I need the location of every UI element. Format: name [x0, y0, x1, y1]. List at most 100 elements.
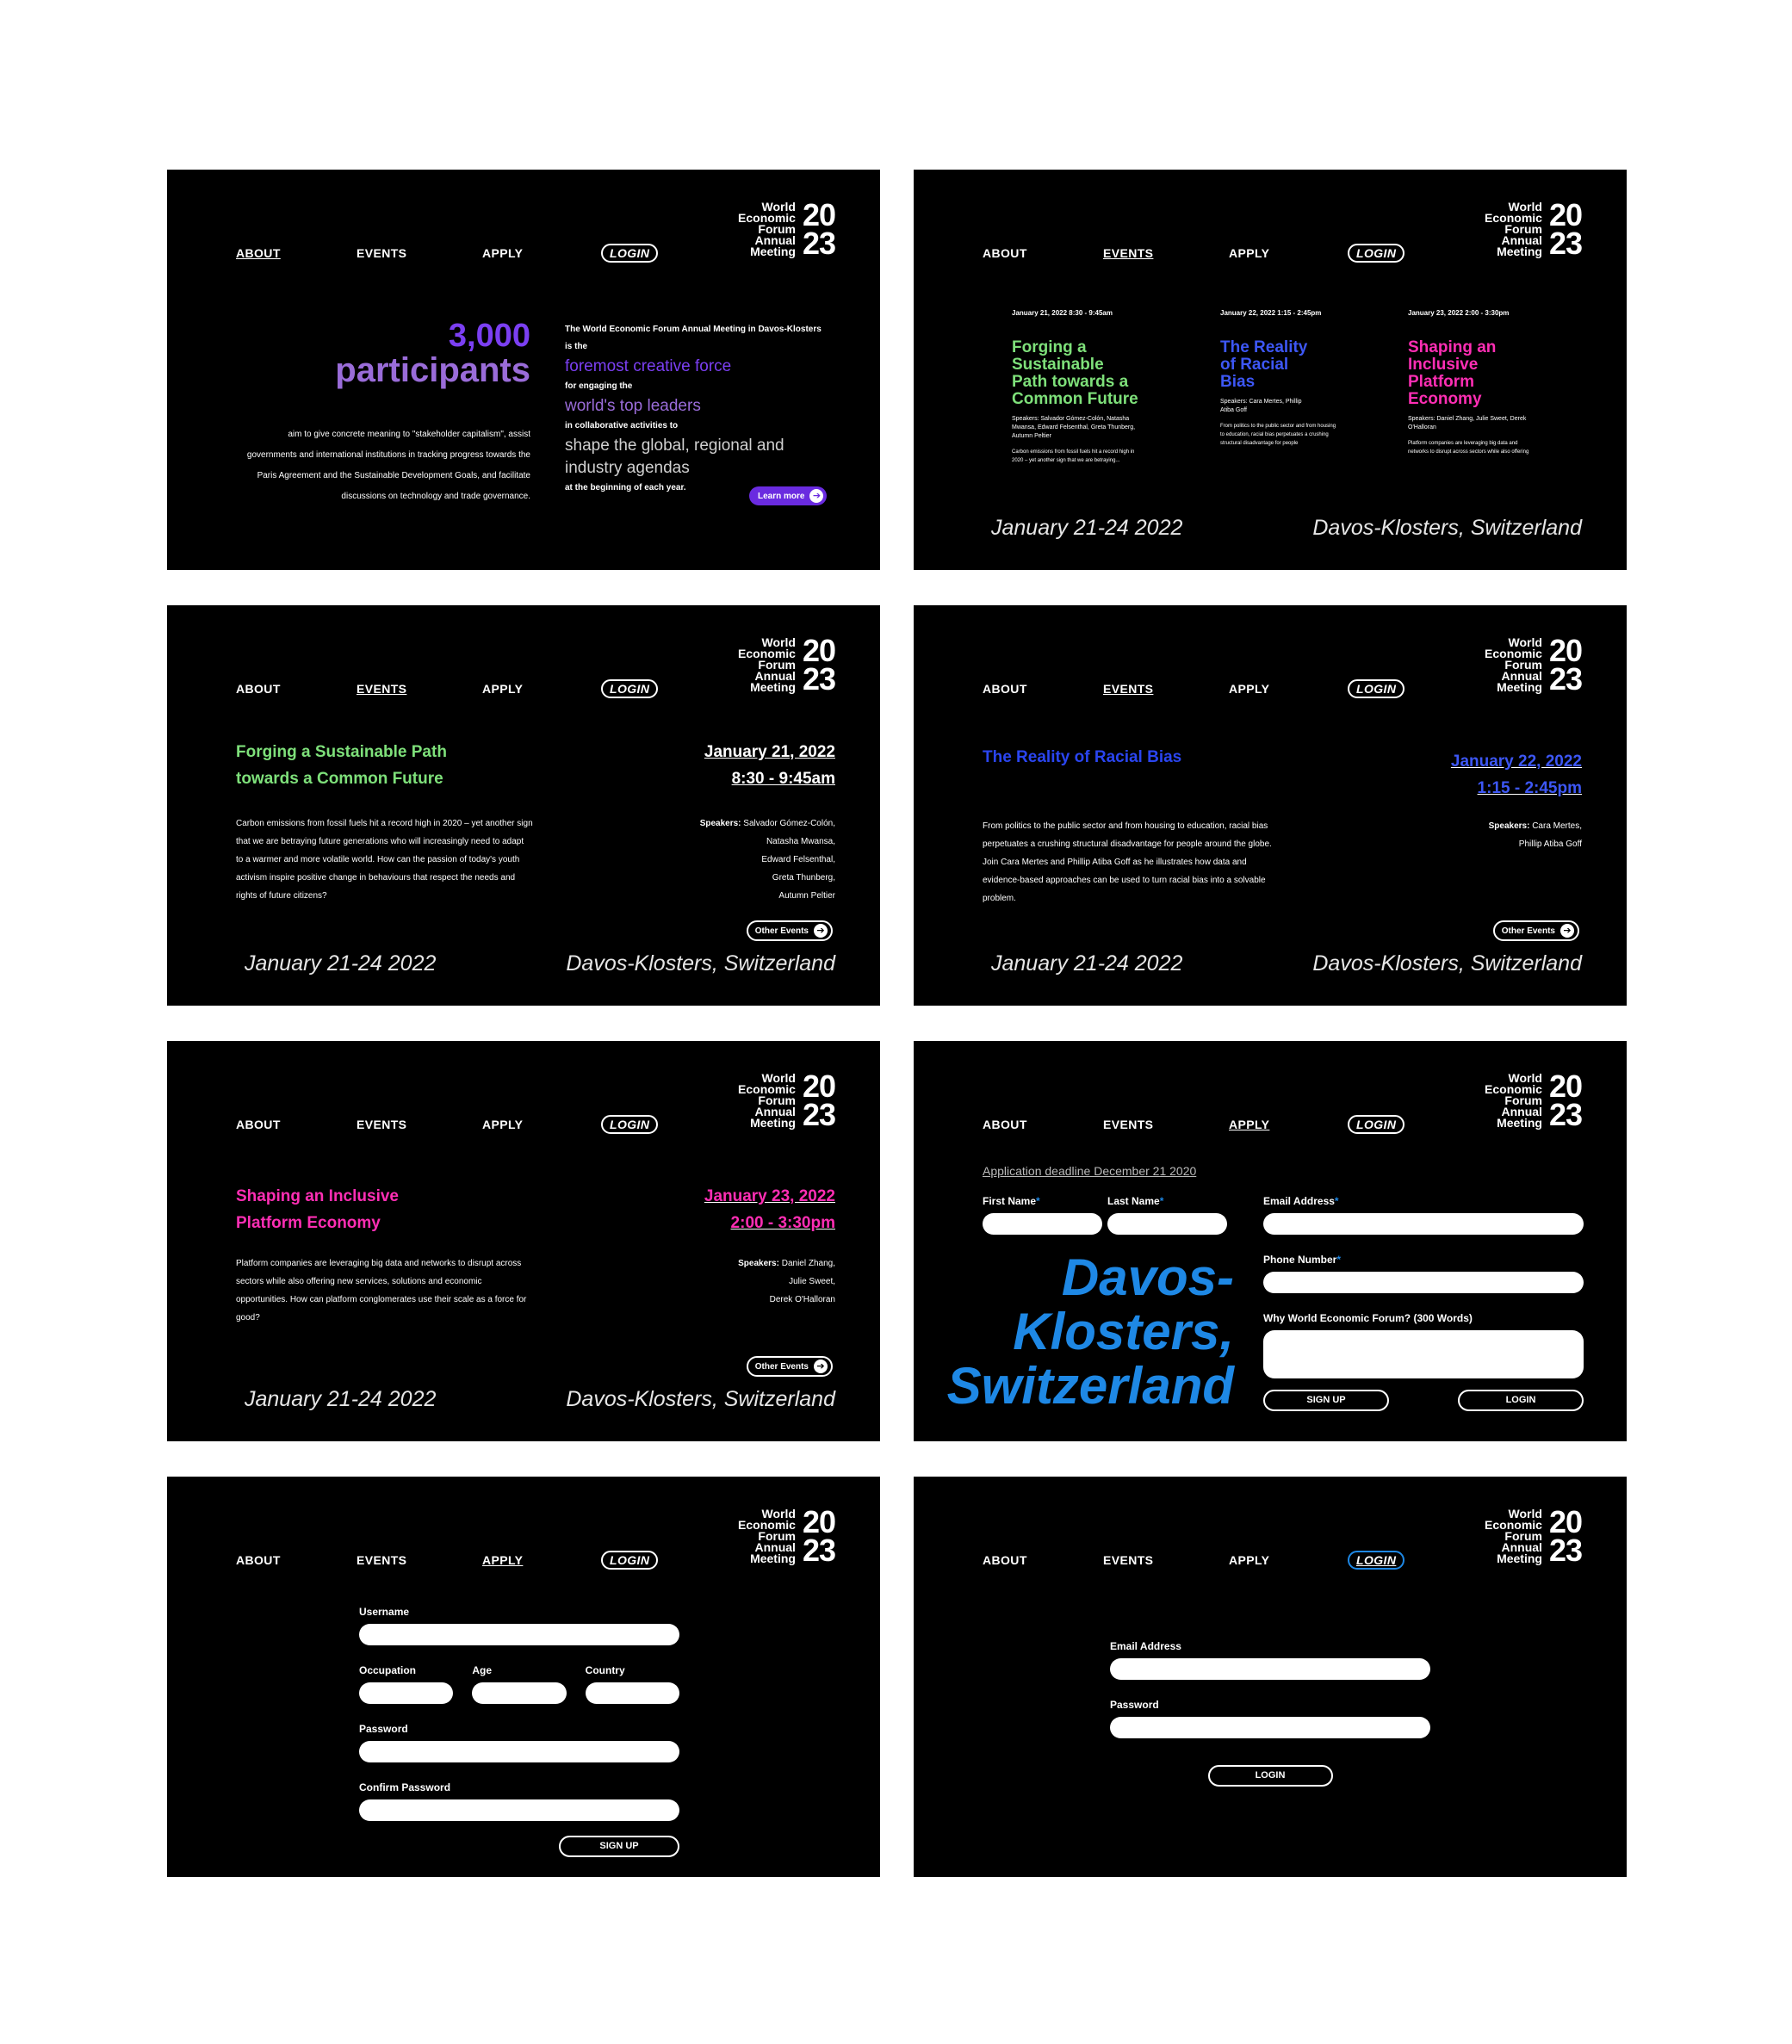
about-panel: World Economic Forum Annual Meeting 20 23 ABO…	[167, 170, 880, 570]
age-field[interactable]	[472, 1682, 567, 1704]
arrow-right-icon: ➔	[814, 1360, 828, 1373]
signup-form: Username Occupation Age Country Password…	[359, 1606, 679, 1857]
event-speakers: Speakers: Cara Mertes, Phillip Atiba Gof…	[1488, 821, 1582, 849]
nav-about[interactable]: ABOUT	[236, 246, 281, 260]
nav-about[interactable]: ABOUT	[236, 682, 281, 696]
logo-year: 20 23	[802, 1504, 836, 1568]
nav-events[interactable]: EVENTS	[357, 1118, 406, 1131]
email-field[interactable]	[1263, 1213, 1584, 1235]
nav-apply[interactable]: APPLY	[1229, 246, 1269, 260]
nav-apply[interactable]: APPLY	[482, 1553, 523, 1567]
login-submit-button[interactable]: LOGIN	[1207, 1765, 1333, 1787]
nav-about[interactable]: ABOUT	[983, 682, 1027, 696]
logo-year: 20 23	[802, 633, 836, 697]
event-dates: January 21-24 2022	[245, 1387, 437, 1411]
event-description: Platform companies are leveraging big da…	[236, 1259, 527, 1322]
arrow-right-icon: ➔	[814, 924, 828, 938]
nav-login[interactable]: LOGIN	[601, 1551, 659, 1570]
wef-logo[interactable]: World Economic Forum Annual Meeting 20 23	[738, 1068, 836, 1132]
arrow-right-icon: ➔	[809, 489, 824, 503]
logo-words: World Economic Forum Annual Meeting	[738, 199, 796, 258]
signup-button[interactable]: SIGN UP	[1263, 1390, 1389, 1411]
event-card-2[interactable]: January 22, 2022 1:15 - 2:45pm The Reali…	[1220, 309, 1341, 448]
wef-logo[interactable]: World Economic Forum Annual Meeting 20 23	[738, 633, 836, 697]
nav-apply[interactable]: APPLY	[482, 246, 523, 260]
wef-logo[interactable]: World Economic Forum Annual Meeting 20 23	[1485, 1068, 1583, 1132]
nav-events[interactable]: EVENTS	[1103, 682, 1153, 696]
wef-logo[interactable]: World Economic Forum Annual Meeting 20 23	[1485, 1506, 1583, 1566]
password-field[interactable]	[359, 1741, 679, 1762]
apply-panel: World Economic Forum Annual Meeting 20 23 ABO…	[914, 1041, 1627, 1441]
nav-login[interactable]: LOGIN	[1348, 679, 1405, 698]
occupation-field[interactable]	[359, 1682, 454, 1704]
why-textarea[interactable]	[1263, 1330, 1584, 1378]
username-field[interactable]	[359, 1624, 679, 1645]
name-fields: First Name* Last Name*	[983, 1195, 1227, 1235]
logo-year: 20 23	[1548, 633, 1583, 697]
nav-login[interactable]: LOGIN	[1348, 244, 1405, 263]
nav-events[interactable]: EVENTS	[357, 682, 406, 696]
event-datetime: January 23, 2022 2:00 - 3:30pm	[704, 1187, 835, 1232]
nav-apply[interactable]: APPLY	[1229, 682, 1269, 696]
about-mission: The World Economic Forum Annual Meeting …	[565, 325, 822, 492]
wef-logo[interactable]: World Economic Forum Annual Meeting 20 23	[738, 1504, 836, 1568]
logo-year: 20 23	[802, 1068, 836, 1132]
event-location: Davos-Klosters, Switzerland	[566, 1387, 835, 1411]
logo-words: World Economic Forum Annual Meeting	[1485, 635, 1542, 694]
occupation-label: Occupation	[359, 1664, 417, 1676]
logo-words: World Economic Forum Annual Meeting	[1485, 1506, 1542, 1565]
password-label: Password	[359, 1723, 408, 1735]
first-name-field[interactable]	[983, 1213, 1102, 1235]
nav-login[interactable]: LOGIN	[1348, 1115, 1405, 1134]
nav-apply[interactable]: APPLY	[1229, 1118, 1269, 1131]
password-field[interactable]	[1110, 1717, 1430, 1738]
event-location: Davos-Klosters, Switzerland	[566, 951, 835, 976]
event-location: Davos-Klosters, Switzerland	[1312, 951, 1582, 976]
nav-login[interactable]: LOGIN	[601, 1115, 659, 1134]
confirm-password-field[interactable]	[359, 1799, 679, 1821]
arrow-right-icon: ➔	[1560, 924, 1574, 938]
nav-apply[interactable]: APPLY	[1229, 1553, 1269, 1567]
phone-field[interactable]	[1263, 1272, 1584, 1293]
event-card-1[interactable]: January 21, 2022 8:30 - 9:45am Forging a…	[1012, 309, 1141, 465]
logo-year: 20 23	[1548, 1068, 1583, 1132]
learn-more-button[interactable]: Learn more ➔	[749, 486, 828, 505]
nav-about[interactable]: ABOUT	[983, 1118, 1027, 1131]
last-name-field[interactable]	[1107, 1213, 1227, 1235]
nav-apply[interactable]: APPLY	[482, 1118, 523, 1131]
email-field[interactable]	[1110, 1658, 1430, 1680]
event-dates: January 21-24 2022	[991, 516, 1183, 540]
country-label: Country	[585, 1664, 625, 1676]
wef-logo[interactable]: World Economic Forum Annual Meeting 20 23	[738, 199, 836, 259]
nav-login[interactable]: LOGIN	[1348, 1551, 1405, 1570]
nav-events[interactable]: EVENTS	[357, 246, 406, 260]
other-events-button[interactable]: Other Events ➔	[1492, 920, 1579, 941]
nav-about[interactable]: ABOUT	[983, 246, 1027, 260]
signup-submit-button[interactable]: SIGN UP	[559, 1836, 679, 1857]
event-datetime: January 21, 2022 8:30 - 9:45am	[704, 743, 835, 788]
login-button[interactable]: LOGIN	[1458, 1390, 1584, 1411]
nav-events[interactable]: EVENTS	[1103, 246, 1153, 260]
nav-apply[interactable]: APPLY	[482, 682, 523, 696]
nav-about[interactable]: ABOUT	[236, 1553, 281, 1567]
nav-events[interactable]: EVENTS	[1103, 1553, 1153, 1567]
event-card-3[interactable]: January 23, 2022 2:00 - 3:30pm Shaping a…	[1408, 309, 1537, 456]
country-field[interactable]	[585, 1682, 679, 1704]
nav-about[interactable]: ABOUT	[983, 1553, 1027, 1567]
other-events-button[interactable]: Other Events ➔	[746, 1356, 833, 1377]
nav-events[interactable]: EVENTS	[1103, 1118, 1153, 1131]
event-dates: January 21-24 2022	[245, 951, 437, 976]
phone-label: Phone Number	[1263, 1254, 1337, 1266]
wef-logo[interactable]: World Economic Forum Annual Meeting 20 23	[1485, 200, 1583, 259]
other-events-button[interactable]: Other Events ➔	[746, 920, 833, 941]
password-label: Password	[1110, 1699, 1159, 1711]
nav-login[interactable]: LOGIN	[601, 244, 659, 263]
nav-events[interactable]: EVENTS	[357, 1553, 406, 1567]
confirm-password-label: Confirm Password	[359, 1781, 451, 1793]
email-label: Email Address	[1110, 1640, 1181, 1652]
nav-login[interactable]: LOGIN	[601, 679, 659, 698]
nav-about[interactable]: ABOUT	[236, 1118, 281, 1131]
wef-logo[interactable]: World Economic Forum Annual Meeting 20 23	[1485, 633, 1583, 697]
application-deadline: Application deadline December 21 2020	[983, 1164, 1197, 1178]
logo-words: World Economic Forum Annual Meeting	[738, 635, 796, 694]
